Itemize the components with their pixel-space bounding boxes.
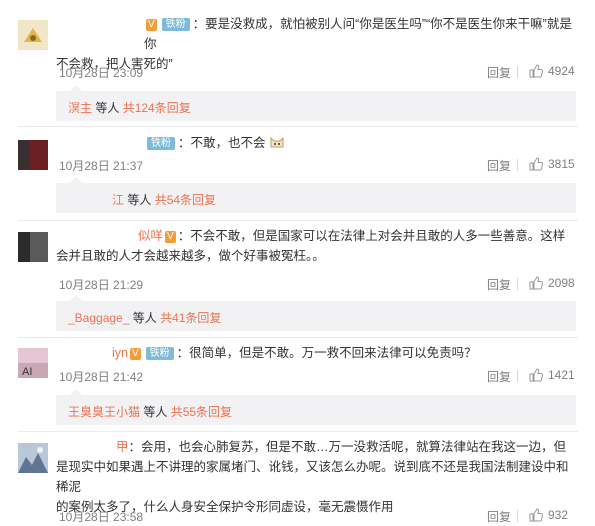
comment-line: 是现实中如果遇上不讲理的家属堵门、讹钱，又该怎么办呢。说到底不还是我国法制建设中… [56, 460, 569, 494]
sub-reply-mid: 等人 [92, 101, 123, 115]
reply-button[interactable]: 回复 [487, 157, 511, 174]
sub-reply-user[interactable]: 江 [112, 193, 124, 207]
sub-reply-count[interactable]: 共41条回复 [160, 311, 221, 325]
divider [517, 278, 518, 290]
reply-button[interactable]: 回复 [487, 64, 511, 81]
comment-line: ：不会不敢，但是国家可以在法律上对会并且敢的人多一些善意。这样 [177, 229, 566, 243]
like-button[interactable]: 4924 [529, 64, 575, 78]
sub-reply-mid: 等人 [140, 405, 171, 419]
like-count: 932 [548, 508, 569, 522]
reply-button[interactable]: 回复 [487, 368, 511, 385]
comment-time: 10月28日 23:09 [59, 66, 144, 80]
avatar[interactable] [18, 443, 48, 473]
like-button[interactable]: 2098 [529, 276, 575, 290]
avatar[interactable] [18, 232, 48, 262]
username[interactable]: 似咩 [138, 229, 163, 243]
comment-line: ：很简单，但是不敢。万一救不回来法律可以免责吗？ [176, 346, 477, 360]
reply-button[interactable]: 回复 [487, 508, 511, 525]
thumbs-up-icon [529, 368, 544, 382]
thumbs-up-icon [529, 276, 544, 290]
comment-divider [18, 126, 578, 127]
sub-replies-arrow [70, 177, 82, 183]
like-count: 4924 [548, 64, 575, 78]
sub-replies[interactable]: _Baggage_ 等人 共41条回复 [56, 295, 576, 331]
comment-line: ：会用，也会心肺复苏，但是不敢…万一没救活呢，就算法律站在我这一边，但 [128, 440, 567, 454]
comment-time: 10月28日 21:29 [59, 278, 144, 292]
like-count: 1421 [548, 368, 575, 382]
sub-reply-mid: 等人 [124, 193, 155, 207]
comment-text: iyn V 铁粉 ：很简单，但是不敢。万一救不回来法律可以免责吗？ [56, 343, 573, 363]
comment-line: ：不敢，也不会 [178, 136, 266, 150]
cat-emoji-icon [269, 134, 285, 150]
like-button[interactable]: 3815 [529, 157, 575, 171]
sub-replies[interactable]: 溟主 等人 共124条回复 [56, 85, 576, 121]
thumbs-up-icon [529, 157, 544, 171]
vip-badge: V [129, 348, 141, 360]
comment-time: 10月28日 21:37 [59, 159, 144, 173]
divider [517, 159, 518, 171]
sub-reply-mid: 等人 [129, 311, 161, 325]
comment-text: 甲：会用，也会心肺复苏，但是不敢…万一没救活呢，就算法律站在我这一边，但 是现实… [56, 437, 573, 517]
sub-reply-count[interactable]: 共124条回复 [123, 101, 191, 115]
divider [517, 510, 518, 522]
like-count: 3815 [548, 157, 575, 171]
reply-button[interactable]: 回复 [487, 276, 511, 293]
sub-reply-count[interactable]: 共55条回复 [171, 405, 232, 419]
svg-text:AI: AI [22, 366, 32, 378]
like-button[interactable]: 932 [529, 508, 568, 522]
sub-replies-arrow [70, 295, 82, 301]
vip-badge: V [165, 231, 176, 243]
username[interactable]: 甲 [116, 440, 129, 454]
vip-badge: V [146, 19, 157, 31]
username[interactable]: iyn [112, 346, 128, 360]
fan-badge: 铁粉 [161, 18, 190, 31]
comment-time: 10月28日 23:58 [59, 510, 144, 524]
thumbs-up-icon [529, 508, 544, 522]
like-button[interactable]: 1421 [529, 368, 575, 382]
comment-line: ：要是没救成，就怕被别人问“你是医生吗”“你不是医生你来干嘛”就是你 [144, 17, 572, 51]
comment-time: 10月28日 21:42 [59, 370, 144, 384]
thumbs-up-icon [529, 64, 544, 78]
sub-reply-user[interactable]: 王臭臭王小猫 [68, 405, 140, 419]
comment-divider [18, 220, 578, 221]
sub-reply-count[interactable]: 共54条回复 [155, 193, 216, 207]
sub-reply-user[interactable]: _Baggage_ [68, 311, 129, 325]
avatar[interactable] [18, 20, 48, 50]
fan-badge: 铁粉 [145, 347, 174, 360]
avatar[interactable] [18, 140, 48, 170]
divider [517, 370, 518, 382]
sub-replies[interactable]: 王臭臭王小猫 等人 共55条回复 [56, 389, 576, 425]
avatar[interactable]: AI [18, 348, 48, 378]
comment-divider [18, 337, 578, 338]
sub-replies[interactable]: 江 等人 共54条回复 [56, 177, 576, 213]
sub-replies-arrow [70, 85, 82, 91]
divider [517, 66, 518, 78]
sub-replies-arrow [70, 389, 82, 395]
comment-line: 会并且敢的人才会越来越多，做个好事被冤枉。。 [56, 249, 325, 263]
comment-text: 铁粉 ：不敢，也不会 [56, 133, 573, 153]
like-count: 2098 [548, 276, 575, 290]
comment-divider [18, 431, 578, 432]
sub-reply-user[interactable]: 溟主 [68, 101, 92, 115]
comment-text: 似咩 V ：不会不敢，但是国家可以在法律上对会并且敢的人多一些善意。这样 会并且敢的… [56, 226, 573, 266]
fan-badge: 铁粉 [147, 137, 175, 150]
